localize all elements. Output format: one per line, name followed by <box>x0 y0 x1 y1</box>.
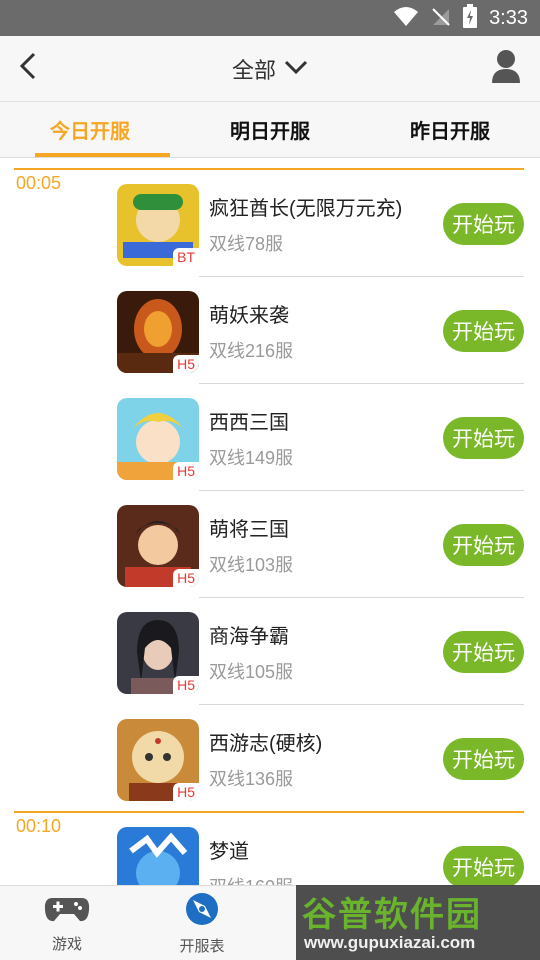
play-button[interactable]: 开始玩 <box>443 631 524 673</box>
list-item: 梦道 双线160服 开始玩 <box>0 813 540 885</box>
list-item: H5 商海争霸 双线105服 开始玩 <box>0 598 540 705</box>
game-icon[interactable]: H5 <box>117 719 199 801</box>
battery-icon <box>463 3 478 33</box>
status-icons: 3:33 <box>393 0 528 36</box>
list-item: BT 疯狂酋长(无限万元充) 双线78服 开始玩 <box>0 170 540 277</box>
nav-games-label: 游戏 <box>51 935 82 953</box>
chevron-left-icon <box>18 51 38 86</box>
no-signal-icon <box>431 5 451 32</box>
game-name: 萌将三国 <box>209 519 289 541</box>
chevron-down-icon[interactable] <box>284 59 308 80</box>
platform-badge: BT <box>173 248 199 266</box>
status-bar: 3:33 <box>0 0 540 36</box>
game-icon[interactable]: BT <box>117 184 199 266</box>
back-button[interactable] <box>8 48 48 88</box>
game-name: 梦道 <box>209 841 249 863</box>
server-label: 双线149服 <box>209 448 294 468</box>
platform-badge: H5 <box>173 676 199 694</box>
watermark-url: www.gupuxiazai.com <box>304 933 476 952</box>
header-bar: 全部 <box>0 36 540 102</box>
nav-server-schedule-label: 开服表 <box>179 937 225 955</box>
game-icon[interactable] <box>117 827 199 885</box>
list-item: H5 西游志(硬核) 双线136服 开始玩 <box>0 705 540 812</box>
server-list[interactable]: 00:05 BT 疯狂酋长(无限万元充) 双线78服 开始玩 H5 萌妖来袭 双… <box>0 158 540 885</box>
date-tabs: 今日开服 明日开服 昨日开服 <box>0 102 540 158</box>
tab-tomorrow[interactable]: 明日开服 <box>180 102 360 157</box>
user-icon <box>491 49 521 88</box>
play-button[interactable]: 开始玩 <box>443 417 524 459</box>
tab-today[interactable]: 今日开服 <box>0 102 180 157</box>
server-label: 双线160服 <box>209 873 293 885</box>
nav-games[interactable]: 游戏 <box>7 886 127 960</box>
user-button[interactable] <box>486 48 526 88</box>
play-button[interactable]: 开始玩 <box>443 310 524 352</box>
platform-badge: H5 <box>173 783 199 801</box>
platform-badge: H5 <box>173 569 199 587</box>
platform-badge: H5 <box>173 462 199 480</box>
filter-dropdown-title[interactable]: 全部 <box>232 53 276 85</box>
play-button[interactable]: 开始玩 <box>443 203 524 245</box>
server-label: 双线78服 <box>209 234 284 254</box>
server-label: 双线136服 <box>209 769 294 789</box>
game-icon[interactable]: H5 <box>117 398 199 480</box>
game-icon[interactable]: H5 <box>117 612 199 694</box>
game-name: 萌妖来袭 <box>209 305 289 327</box>
status-time: 3:33 <box>489 6 528 29</box>
list-item: H5 萌妖来袭 双线216服 开始玩 <box>0 277 540 384</box>
server-label: 双线216服 <box>209 341 294 361</box>
server-label: 双线103服 <box>209 555 294 575</box>
watermark-title: 谷普软件园 <box>302 896 482 934</box>
watermark-logo: 谷普软件园 www.gupuxiazai.com <box>296 885 540 960</box>
game-name: 疯狂酋长(无限万元充) <box>209 198 403 220</box>
game-name: 商海争霸 <box>209 626 289 648</box>
play-button[interactable]: 开始玩 <box>443 524 524 566</box>
nav-server-schedule[interactable]: 开服表 <box>142 886 262 960</box>
tab-yesterday[interactable]: 昨日开服 <box>360 102 540 157</box>
play-button[interactable]: 开始玩 <box>443 738 524 780</box>
gamepad-icon <box>44 894 90 929</box>
platform-badge: H5 <box>173 355 199 373</box>
list-item: H5 西西三国 双线149服 开始玩 <box>0 384 540 491</box>
game-icon[interactable]: H5 <box>117 505 199 587</box>
wifi-icon <box>393 5 419 32</box>
list-item: H5 萌将三国 双线103服 开始玩 <box>0 491 540 598</box>
compass-icon <box>185 892 219 931</box>
play-button[interactable]: 开始玩 <box>443 846 524 885</box>
game-icon[interactable]: H5 <box>117 291 199 373</box>
server-label: 双线105服 <box>209 662 294 682</box>
game-name: 西游志(硬核) <box>209 733 323 755</box>
game-name: 西西三国 <box>209 412 289 434</box>
